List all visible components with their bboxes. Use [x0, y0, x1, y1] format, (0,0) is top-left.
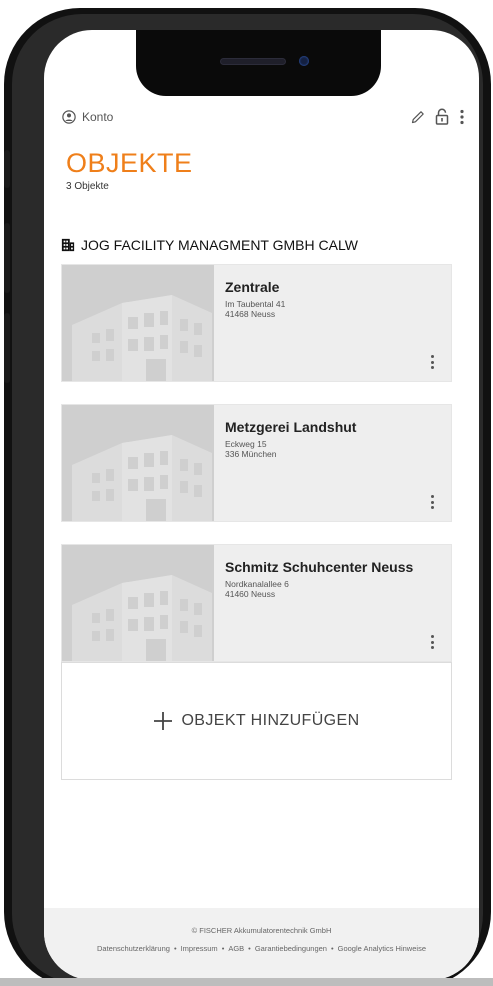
- unlock-icon: [435, 108, 449, 125]
- more-options-button[interactable]: [457, 108, 467, 126]
- object-info: Zentrale Im Taubental 41 41468 Neuss: [214, 265, 451, 381]
- mute-switch: [4, 150, 10, 188]
- speaker-grille: [220, 58, 286, 65]
- more-vertical-icon: [430, 495, 434, 498]
- footer-links: Datenschutzerklärung • Impressum • AGB • Garan…: [44, 944, 479, 953]
- object-count: 3 Objekte: [66, 181, 109, 192]
- footer-separator: •: [221, 944, 225, 953]
- lock-button[interactable]: [433, 108, 451, 126]
- page-title: OBJEKTE: [66, 148, 193, 178]
- object-city: 336 München: [225, 449, 277, 459]
- phone-notch: [136, 30, 381, 96]
- edit-button[interactable]: [409, 108, 427, 126]
- account-link[interactable]: Konto: [62, 110, 113, 124]
- footer-separator: •: [248, 944, 251, 953]
- object-card[interactable]: Zentrale Im Taubental 41 41468 Neuss: [61, 264, 452, 382]
- object-street: Eckweg 15: [225, 439, 267, 449]
- toolbar-actions: [409, 108, 467, 126]
- top-bar: Konto: [62, 108, 467, 130]
- footer-separator: •: [173, 944, 177, 953]
- object-city: 41460 Neuss: [225, 589, 276, 599]
- volume-up-button: [4, 223, 10, 293]
- object-street: Im Taubental 41: [225, 299, 286, 309]
- company-header: JOG FACILITY MANAGMENT GMBH CALW: [61, 237, 358, 253]
- bottom-edge: [0, 978, 493, 986]
- object-info: Metzgerei Landshut Eckweg 15 336 München: [214, 405, 451, 521]
- footer: © FISCHER Akkumulatorentechnik GmbH Date…: [44, 908, 479, 980]
- copyright-text: © FISCHER Akkumulatorentechnik GmbH: [191, 926, 332, 935]
- more-vertical-icon: [430, 355, 434, 358]
- account-label: Konto: [82, 110, 114, 124]
- footer-link-privacy[interactable]: Datenschutzerklärung: [97, 944, 170, 953]
- footer-link-terms[interactable]: AGB: [228, 944, 244, 953]
- add-object-label: OBJEKT HINZUFÜGEN: [181, 712, 360, 729]
- front-camera: [299, 56, 309, 66]
- object-name: Schmitz Schuhcenter Neuss: [225, 559, 414, 575]
- object-name: Zentrale: [225, 279, 280, 295]
- pencil-icon: [411, 111, 424, 124]
- building-icon: [61, 238, 75, 252]
- building-placeholder-image: [62, 545, 214, 661]
- object-more-button[interactable]: [425, 633, 439, 651]
- object-list: Zentrale Im Taubental 41 41468 Neuss Met…: [61, 264, 452, 684]
- object-city: 41468 Neuss: [225, 309, 276, 319]
- object-more-button[interactable]: [425, 353, 439, 371]
- building-placeholder-image: [62, 405, 214, 521]
- object-card[interactable]: Metzgerei Landshut Eckweg 15 336 München: [61, 404, 452, 522]
- footer-link-analytics[interactable]: Google Analytics Hinweise: [338, 944, 426, 953]
- object-card[interactable]: Schmitz Schuhcenter Neuss Nordkanalallee…: [61, 544, 452, 662]
- object-more-button[interactable]: [425, 493, 439, 511]
- company-name: JOG FACILITY MANAGMENT GMBH CALW: [81, 237, 358, 253]
- footer-separator: •: [330, 944, 334, 953]
- user-circle-icon: [62, 110, 76, 124]
- plus-icon: [154, 712, 173, 730]
- object-name: Metzgerei Landshut: [225, 419, 357, 435]
- phone-frame: Konto OBJEKTE 3 Objekte JOG FACILITY MAN…: [4, 8, 491, 986]
- add-object-button[interactable]: OBJEKT HINZUFÜGEN: [61, 662, 452, 780]
- more-vertical-icon: [460, 109, 464, 125]
- volume-down-button: [4, 313, 10, 383]
- object-street: Nordkanalallee 6: [225, 579, 289, 589]
- more-vertical-icon: [430, 635, 434, 638]
- object-info: Schmitz Schuhcenter Neuss Nordkanalallee…: [214, 545, 451, 661]
- footer-link-warranty[interactable]: Garantiebedingungen: [255, 944, 327, 953]
- building-placeholder-image: [62, 265, 214, 381]
- footer-link-imprint[interactable]: Impressum: [181, 944, 218, 953]
- app-screen: Konto OBJEKTE 3 Objekte JOG FACILITY MAN…: [44, 30, 479, 980]
